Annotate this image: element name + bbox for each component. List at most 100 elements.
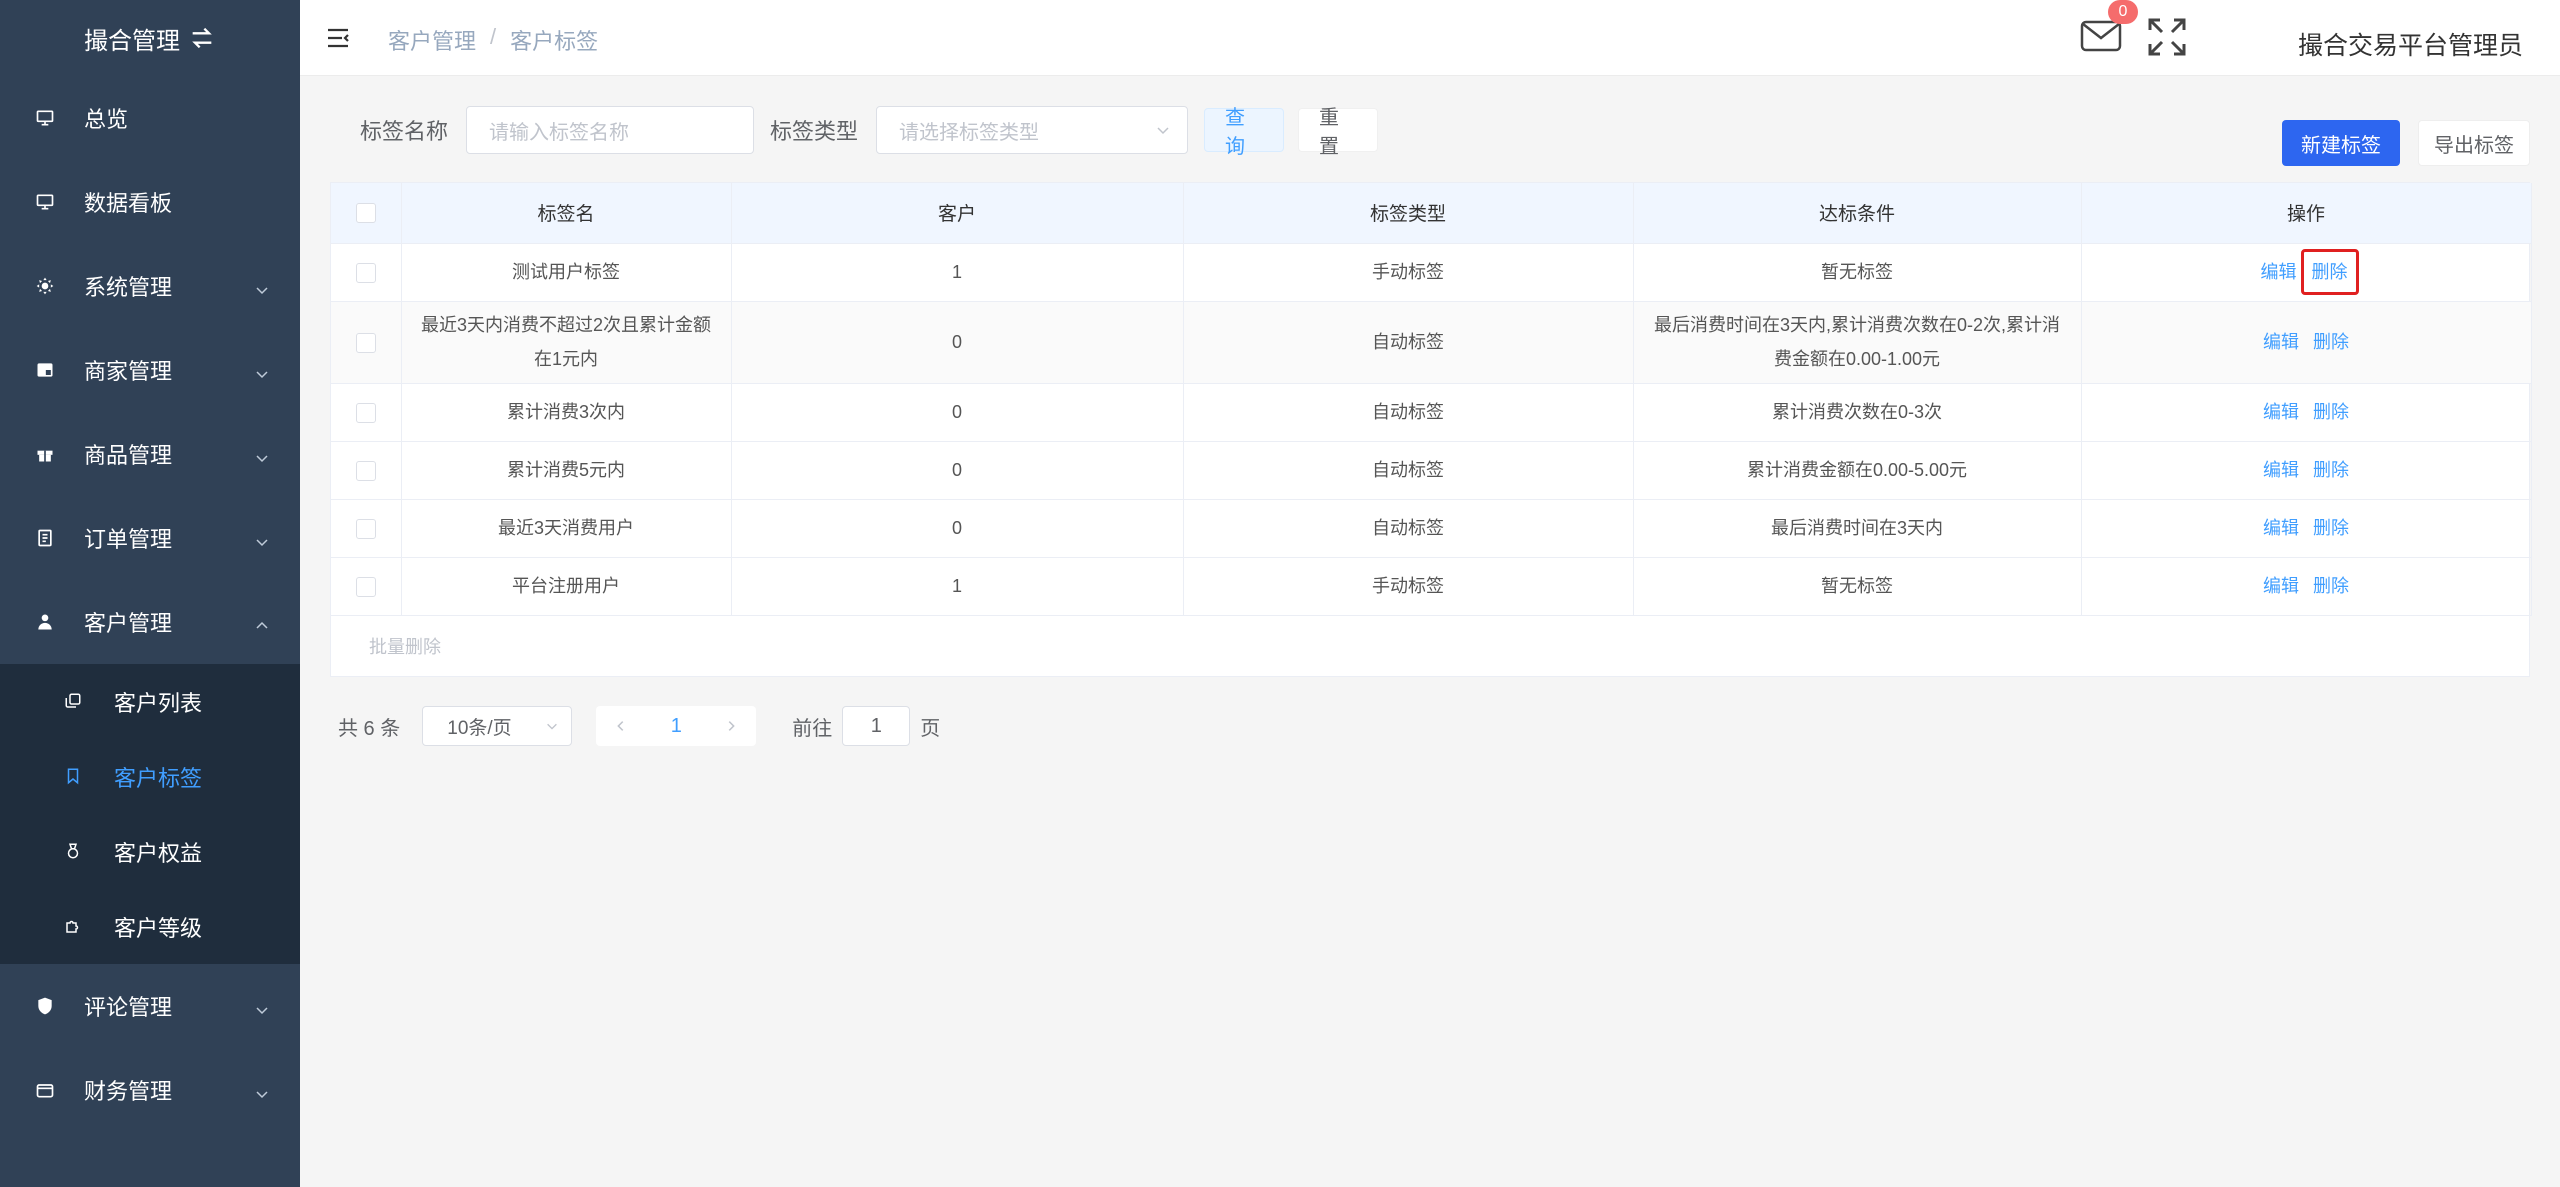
- switch-icon: [192, 27, 212, 49]
- breadcrumb-separator: /: [490, 24, 497, 49]
- condition-cell: 暂无标签: [1633, 243, 2082, 302]
- search-form: 标签名称 请输入标签名称 标签类型 请选择标签类型 查询 重置: [360, 106, 1379, 158]
- user-name[interactable]: 撮合交易平台管理员: [2298, 26, 2523, 62]
- export-tags-button[interactable]: 导出标签: [2418, 120, 2530, 166]
- goto-label: 前往: [792, 717, 833, 740]
- tag-name-label: 标签名称: [360, 119, 449, 144]
- tag-name-cell: 平台注册用户: [401, 557, 732, 616]
- row-checkbox[interactable]: [355, 263, 376, 284]
- sidebar-item-label: 系统管理: [84, 275, 173, 300]
- edit-link[interactable]: 编辑: [2263, 511, 2299, 545]
- actions-cell: 编辑 删除: [2081, 499, 2532, 558]
- top-header: 客户管理 / 客户标签 0 撮合交易平台管理员: [300, 0, 2560, 76]
- sidebar-item-orders[interactable]: 订单管理: [0, 496, 300, 580]
- chevron-down-icon: [547, 723, 558, 730]
- tag-name-cell: 累计消费5元内: [401, 441, 732, 500]
- chevron-down-icon: [254, 278, 270, 295]
- sidebar-item-customer-benefits[interactable]: 客户权益: [0, 814, 300, 889]
- tag-type-cell: 自动标签: [1183, 441, 1634, 500]
- sidebar-item-customer-tags[interactable]: 客户标签: [0, 739, 300, 814]
- query-button[interactable]: 查询: [1204, 107, 1285, 158]
- tag-type-label: 标签类型: [770, 119, 859, 144]
- row-checkbox[interactable]: [355, 577, 376, 598]
- edit-link[interactable]: 编辑: [2261, 255, 2297, 289]
- batch-delete-button[interactable]: 批量删除: [369, 633, 441, 659]
- sidebar-item-finance[interactable]: 财务管理: [0, 1048, 300, 1132]
- delete-link[interactable]: 删除: [2300, 249, 2359, 295]
- sidebar-logo[interactable]: 撮合管理: [0, 0, 300, 76]
- tag-name-placeholder: 请输入标签名称: [489, 121, 630, 144]
- row-checkbox[interactable]: [355, 403, 376, 424]
- pagination: 共 6 条 10条/页 1 前往 1 页: [338, 706, 940, 746]
- row-select-cell: [331, 243, 402, 302]
- next-page-icon[interactable]: [724, 719, 738, 733]
- sidebar-item-label: 商品管理: [84, 443, 173, 468]
- sidebar-item-customer-list[interactable]: 客户列表: [0, 664, 300, 739]
- table-row: 平台注册用户 1 手动标签 暂无标签 编辑 删除: [331, 557, 2532, 616]
- condition-cell: 暂无标签: [1633, 557, 2082, 616]
- total-count: 共 6 条: [338, 717, 401, 740]
- gift-icon: [34, 443, 56, 465]
- tag-type-cell: 手动标签: [1183, 243, 1634, 302]
- sidebar-item-dashboard[interactable]: 数据看板: [0, 160, 300, 244]
- goto-page: 前往 1 页: [792, 706, 940, 746]
- customer-count-cell: 0: [731, 441, 1184, 500]
- actions-cell: 编辑 删除: [2081, 441, 2532, 500]
- table-row: 测试用户标签 1 手动标签 暂无标签 编辑 删除: [331, 243, 2532, 302]
- row-checkbox[interactable]: [355, 333, 376, 354]
- sidebar-title: 撮合管理: [84, 27, 180, 55]
- chevron-down-icon: [254, 998, 270, 1015]
- column-header: 操作: [2081, 183, 2532, 244]
- page-size-select[interactable]: 10条/页: [422, 706, 573, 746]
- tag-name-input[interactable]: 请输入标签名称: [466, 106, 755, 154]
- edit-link[interactable]: 编辑: [2263, 395, 2299, 429]
- hamburger-icon[interactable]: [326, 26, 350, 50]
- prev-page-icon[interactable]: [614, 719, 628, 733]
- page-navigator: 1: [596, 706, 757, 746]
- tag-name-cell: 测试用户标签: [401, 243, 732, 302]
- page-number-current[interactable]: 1: [671, 715, 682, 738]
- edit-link[interactable]: 编辑: [2263, 325, 2299, 359]
- delete-link[interactable]: 删除: [2313, 453, 2349, 487]
- select-all-checkbox[interactable]: [355, 202, 376, 223]
- condition-cell: 累计消费金额在0.00-5.00元: [1633, 441, 2082, 500]
- sidebar-item-system[interactable]: 系统管理: [0, 244, 300, 328]
- reset-button[interactable]: 重置: [1298, 107, 1379, 158]
- tag-type-select[interactable]: 请选择标签类型: [876, 106, 1189, 154]
- delete-link[interactable]: 删除: [2313, 395, 2349, 429]
- sidebar-item-merchant[interactable]: 商家管理: [0, 328, 300, 412]
- sidebar-item-label: 商家管理: [84, 359, 173, 384]
- sidebar-item-label: 数据看板: [84, 191, 173, 216]
- sidebar-item-overview[interactable]: 总览: [0, 76, 300, 160]
- monitor-icon: [34, 191, 56, 213]
- goto-page-input[interactable]: 1: [842, 706, 911, 746]
- edit-link[interactable]: 编辑: [2263, 569, 2299, 603]
- breadcrumb-item[interactable]: 客户管理: [388, 24, 476, 56]
- tag-type-cell: 手动标签: [1183, 557, 1634, 616]
- sidebar-item-customer-levels[interactable]: 客户等级: [0, 889, 300, 964]
- sidebar-subitem-label: 客户等级: [114, 915, 203, 941]
- delete-link[interactable]: 删除: [2313, 325, 2349, 359]
- actions-cell: 编辑 删除: [2081, 243, 2532, 302]
- tag-type-cell: 自动标签: [1183, 499, 1634, 558]
- user-icon: [34, 611, 56, 633]
- row-checkbox[interactable]: [355, 519, 376, 540]
- sidebar-item-reviews[interactable]: 评论管理: [0, 964, 300, 1048]
- fullscreen-icon[interactable]: [2146, 16, 2188, 58]
- avatar[interactable]: [2238, 12, 2278, 68]
- breadcrumb: 客户管理 / 客户标签: [388, 24, 598, 56]
- sidebar-subitem-label: 客户列表: [114, 690, 203, 716]
- sidebar-item-label: 总览: [84, 107, 129, 132]
- new-tag-button[interactable]: 新建标签: [2282, 120, 2400, 166]
- delete-link[interactable]: 删除: [2313, 511, 2349, 545]
- edit-link[interactable]: 编辑: [2263, 453, 2299, 487]
- sidebar-subitem-label: 客户权益: [114, 840, 203, 866]
- sidebar-item-label: 财务管理: [84, 1079, 173, 1104]
- sidebar-item-customers[interactable]: 客户管理: [0, 580, 300, 664]
- sidebar-item-goods[interactable]: 商品管理: [0, 412, 300, 496]
- column-header: 标签类型: [1183, 183, 1634, 244]
- chevron-down-icon: [1157, 127, 1169, 135]
- row-checkbox[interactable]: [355, 461, 376, 482]
- row-select-cell: [331, 557, 402, 616]
- delete-link[interactable]: 删除: [2313, 569, 2349, 603]
